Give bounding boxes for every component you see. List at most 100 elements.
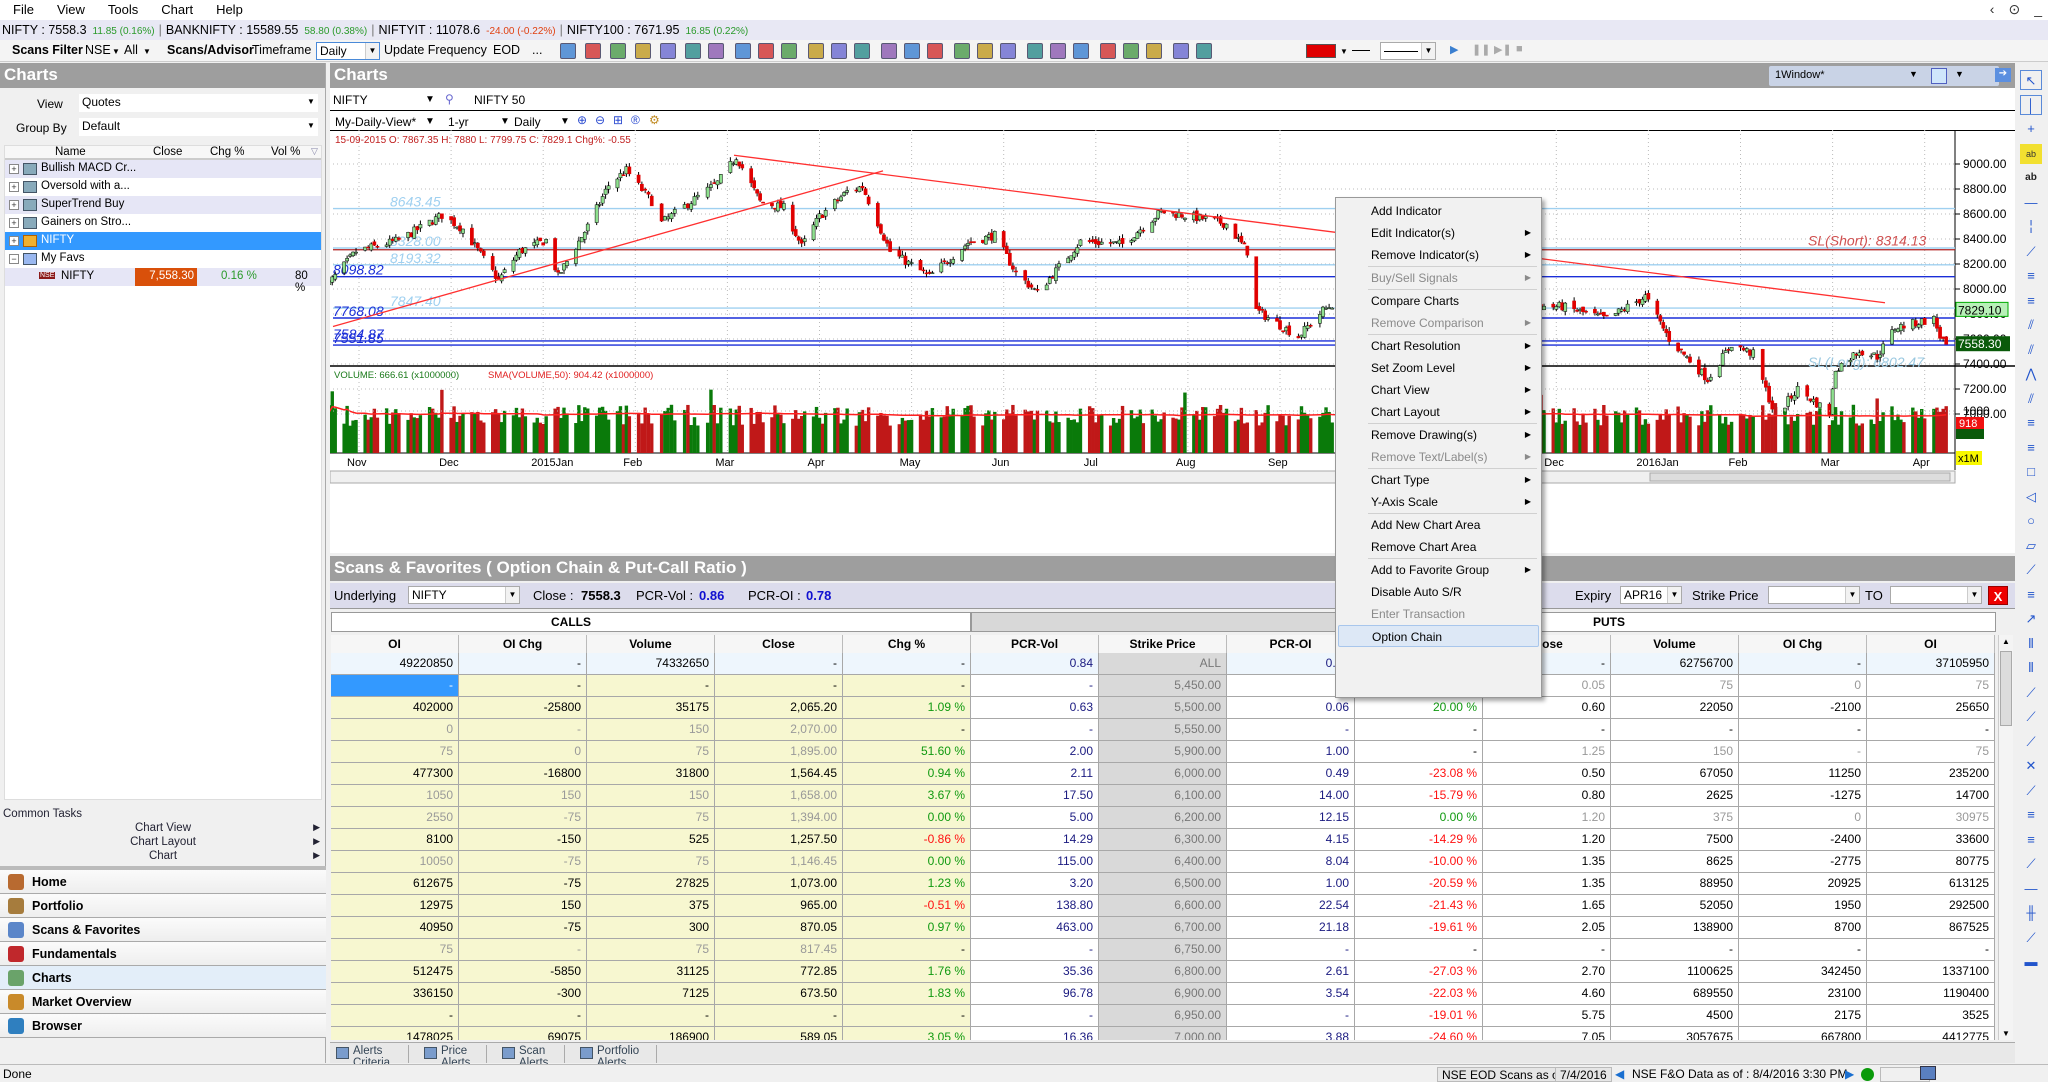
strike-to-select[interactable]: ▼ xyxy=(1890,586,1982,604)
table-cell[interactable]: -5850 xyxy=(459,961,587,983)
group-by-select[interactable]: Default ▼ xyxy=(79,118,318,136)
layout-icon[interactable] xyxy=(1931,68,1947,84)
band-icon[interactable]: ▬ xyxy=(2020,952,2042,972)
table-cell[interactable]: -2100 xyxy=(1739,697,1867,719)
table-cell[interactable]: 0.50 xyxy=(1483,763,1611,785)
gann-fan-icon[interactable]: ⟋ xyxy=(2020,560,2042,580)
column-header[interactable]: Close xyxy=(715,635,843,653)
table-cell[interactable]: -0.51 % xyxy=(843,895,971,917)
print-icon[interactable] xyxy=(954,43,970,59)
table-cell[interactable]: 6,000.00 xyxy=(1099,763,1227,785)
table-cell[interactable]: - xyxy=(1739,741,1867,763)
template-icon[interactable] xyxy=(708,43,724,59)
tree-item[interactable]: + SuperTrend Buy xyxy=(5,196,321,214)
report-icon[interactable] xyxy=(1000,43,1016,59)
expand-icon[interactable]: + xyxy=(9,164,19,174)
table-cell[interactable]: 6,600.00 xyxy=(1099,895,1227,917)
table-cell[interactable]: 1.20 xyxy=(1483,807,1611,829)
task-chart-view[interactable]: Chart View ▶ xyxy=(0,822,326,834)
objects-icon[interactable] xyxy=(1146,43,1162,59)
table-cell[interactable]: 2,070.00 xyxy=(715,719,843,741)
table-cell[interactable]: -150 xyxy=(459,829,587,851)
table-cell[interactable]: 150 xyxy=(587,785,715,807)
table-cell[interactable]: 870.05 xyxy=(715,917,843,939)
table-cell[interactable]: 375 xyxy=(587,895,715,917)
window-icon[interactable] xyxy=(781,43,797,59)
more-button[interactable]: ... xyxy=(532,43,542,57)
scrollbar-thumb[interactable] xyxy=(2000,651,2012,726)
expand-icon[interactable]: + xyxy=(9,218,19,228)
table-cell[interactable]: 75 xyxy=(587,807,715,829)
column-name[interactable]: Name xyxy=(55,146,86,158)
horizontal-line-icon[interactable]: — xyxy=(2020,193,2042,213)
alert-icon[interactable] xyxy=(660,43,676,59)
table-cell[interactable]: 75 xyxy=(1867,675,1995,697)
cross-lines-icon[interactable]: ✕ xyxy=(2020,756,2042,776)
horizontal-ray-icon[interactable]: — xyxy=(2020,879,2042,899)
crosshair-icon[interactable]: + xyxy=(2020,119,2042,139)
table-cell[interactable]: 772.85 xyxy=(715,961,843,983)
detach-icon[interactable]: ➔ xyxy=(1995,68,2011,82)
text-box-icon[interactable]: ab xyxy=(2020,143,2042,164)
split-icon[interactable] xyxy=(831,43,847,59)
table-cell[interactable]: 0 xyxy=(1739,807,1867,829)
window-select[interactable]: 1Window* ▼ ▼ xyxy=(1769,66,1999,86)
help-icon[interactable] xyxy=(904,43,920,59)
restore-icon[interactable]: ⊙ xyxy=(2008,1,2020,17)
table-cell[interactable]: - xyxy=(971,1005,1099,1027)
table-cell[interactable]: 0 xyxy=(459,741,587,763)
symbol-select[interactable]: NIFTY xyxy=(333,93,368,107)
timeframe-select[interactable]: Daily ▼ xyxy=(316,42,380,60)
table-cell[interactable]: 613125 xyxy=(1867,873,1995,895)
view-select[interactable]: Quotes ▼ xyxy=(79,94,318,112)
filter-icon[interactable] xyxy=(635,43,651,59)
table-cell[interactable]: 74332650 xyxy=(587,653,715,675)
menu-view[interactable]: View xyxy=(44,0,95,17)
channel-icon[interactable]: ⫽ xyxy=(2020,315,2042,335)
table-cell[interactable]: -24.60 % xyxy=(1355,1027,1483,1040)
table-cell[interactable]: -19.61 % xyxy=(1355,917,1483,939)
table-cell[interactable]: 17.50 xyxy=(971,785,1099,807)
table-cell[interactable]: 375 xyxy=(1611,807,1739,829)
table-cell[interactable]: 25650 xyxy=(1867,697,1995,719)
table-cell[interactable]: 75 xyxy=(1611,675,1739,697)
speed-line-icon[interactable]: ⋀ xyxy=(2020,364,2042,384)
chart-view-select[interactable]: My-Daily-View* xyxy=(335,115,416,129)
table-cell[interactable]: 5.75 xyxy=(1483,1005,1611,1027)
tab-scan-alerts[interactable]: Scan Alerts xyxy=(499,1045,565,1069)
table-cell[interactable]: 3.05 % xyxy=(843,1027,971,1040)
table-cell[interactable]: 3525 xyxy=(1867,1005,1995,1027)
expand-icon[interactable]: + xyxy=(9,182,19,192)
table-cell[interactable]: - xyxy=(1867,719,1995,741)
table-cell[interactable]: 1,073.00 xyxy=(715,873,843,895)
table-cell[interactable]: - xyxy=(1483,939,1611,961)
table-cell[interactable]: 6,950.00 xyxy=(1099,1005,1227,1027)
table-cell[interactable]: 2.61 xyxy=(1227,961,1355,983)
table-cell[interactable]: - xyxy=(459,1005,587,1027)
layout-icon[interactable] xyxy=(735,43,751,59)
table-cell[interactable]: 2.70 xyxy=(1483,961,1611,983)
table-cell[interactable]: 0 xyxy=(331,719,459,741)
table-cell[interactable]: 4.60 xyxy=(1483,983,1611,1005)
crosshair-icon[interactable] xyxy=(1100,43,1116,59)
columns-icon[interactable] xyxy=(808,43,824,59)
stop-icon[interactable]: ■ xyxy=(1516,43,1523,55)
menu-item-chart-resolution[interactable]: Chart Resolution ▶ xyxy=(1338,335,1539,357)
table-cell[interactable]: 5,900.00 xyxy=(1099,741,1227,763)
table-cell[interactable]: 8625 xyxy=(1611,851,1739,873)
table-cell[interactable]: - xyxy=(1227,1005,1355,1027)
table-cell[interactable]: -2775 xyxy=(1739,851,1867,873)
table-cell[interactable]: 6,700.00 xyxy=(1099,917,1227,939)
calc-icon[interactable] xyxy=(1173,43,1189,59)
table-cell[interactable]: 0 xyxy=(1739,675,1867,697)
time-cycles-icon[interactable]: ≡ xyxy=(2020,585,2042,605)
table-cell[interactable]: 96.78 xyxy=(971,983,1099,1005)
menu-item-set-zoom-level[interactable]: Set Zoom Level ▶ xyxy=(1338,357,1539,379)
table-cell[interactable]: 75 xyxy=(587,939,715,961)
ticker-item[interactable]: BANKNIFTY : 15589.55 58.80 (0.38%) xyxy=(166,23,367,37)
scan-icon[interactable] xyxy=(610,43,626,59)
table-cell[interactable]: -14.29 % xyxy=(1355,829,1483,851)
menu-item-add-indicator[interactable]: Add Indicator xyxy=(1338,200,1539,222)
nav-browser[interactable]: Browser xyxy=(0,1014,326,1038)
line-width-select[interactable]: ▼ xyxy=(1380,42,1436,60)
